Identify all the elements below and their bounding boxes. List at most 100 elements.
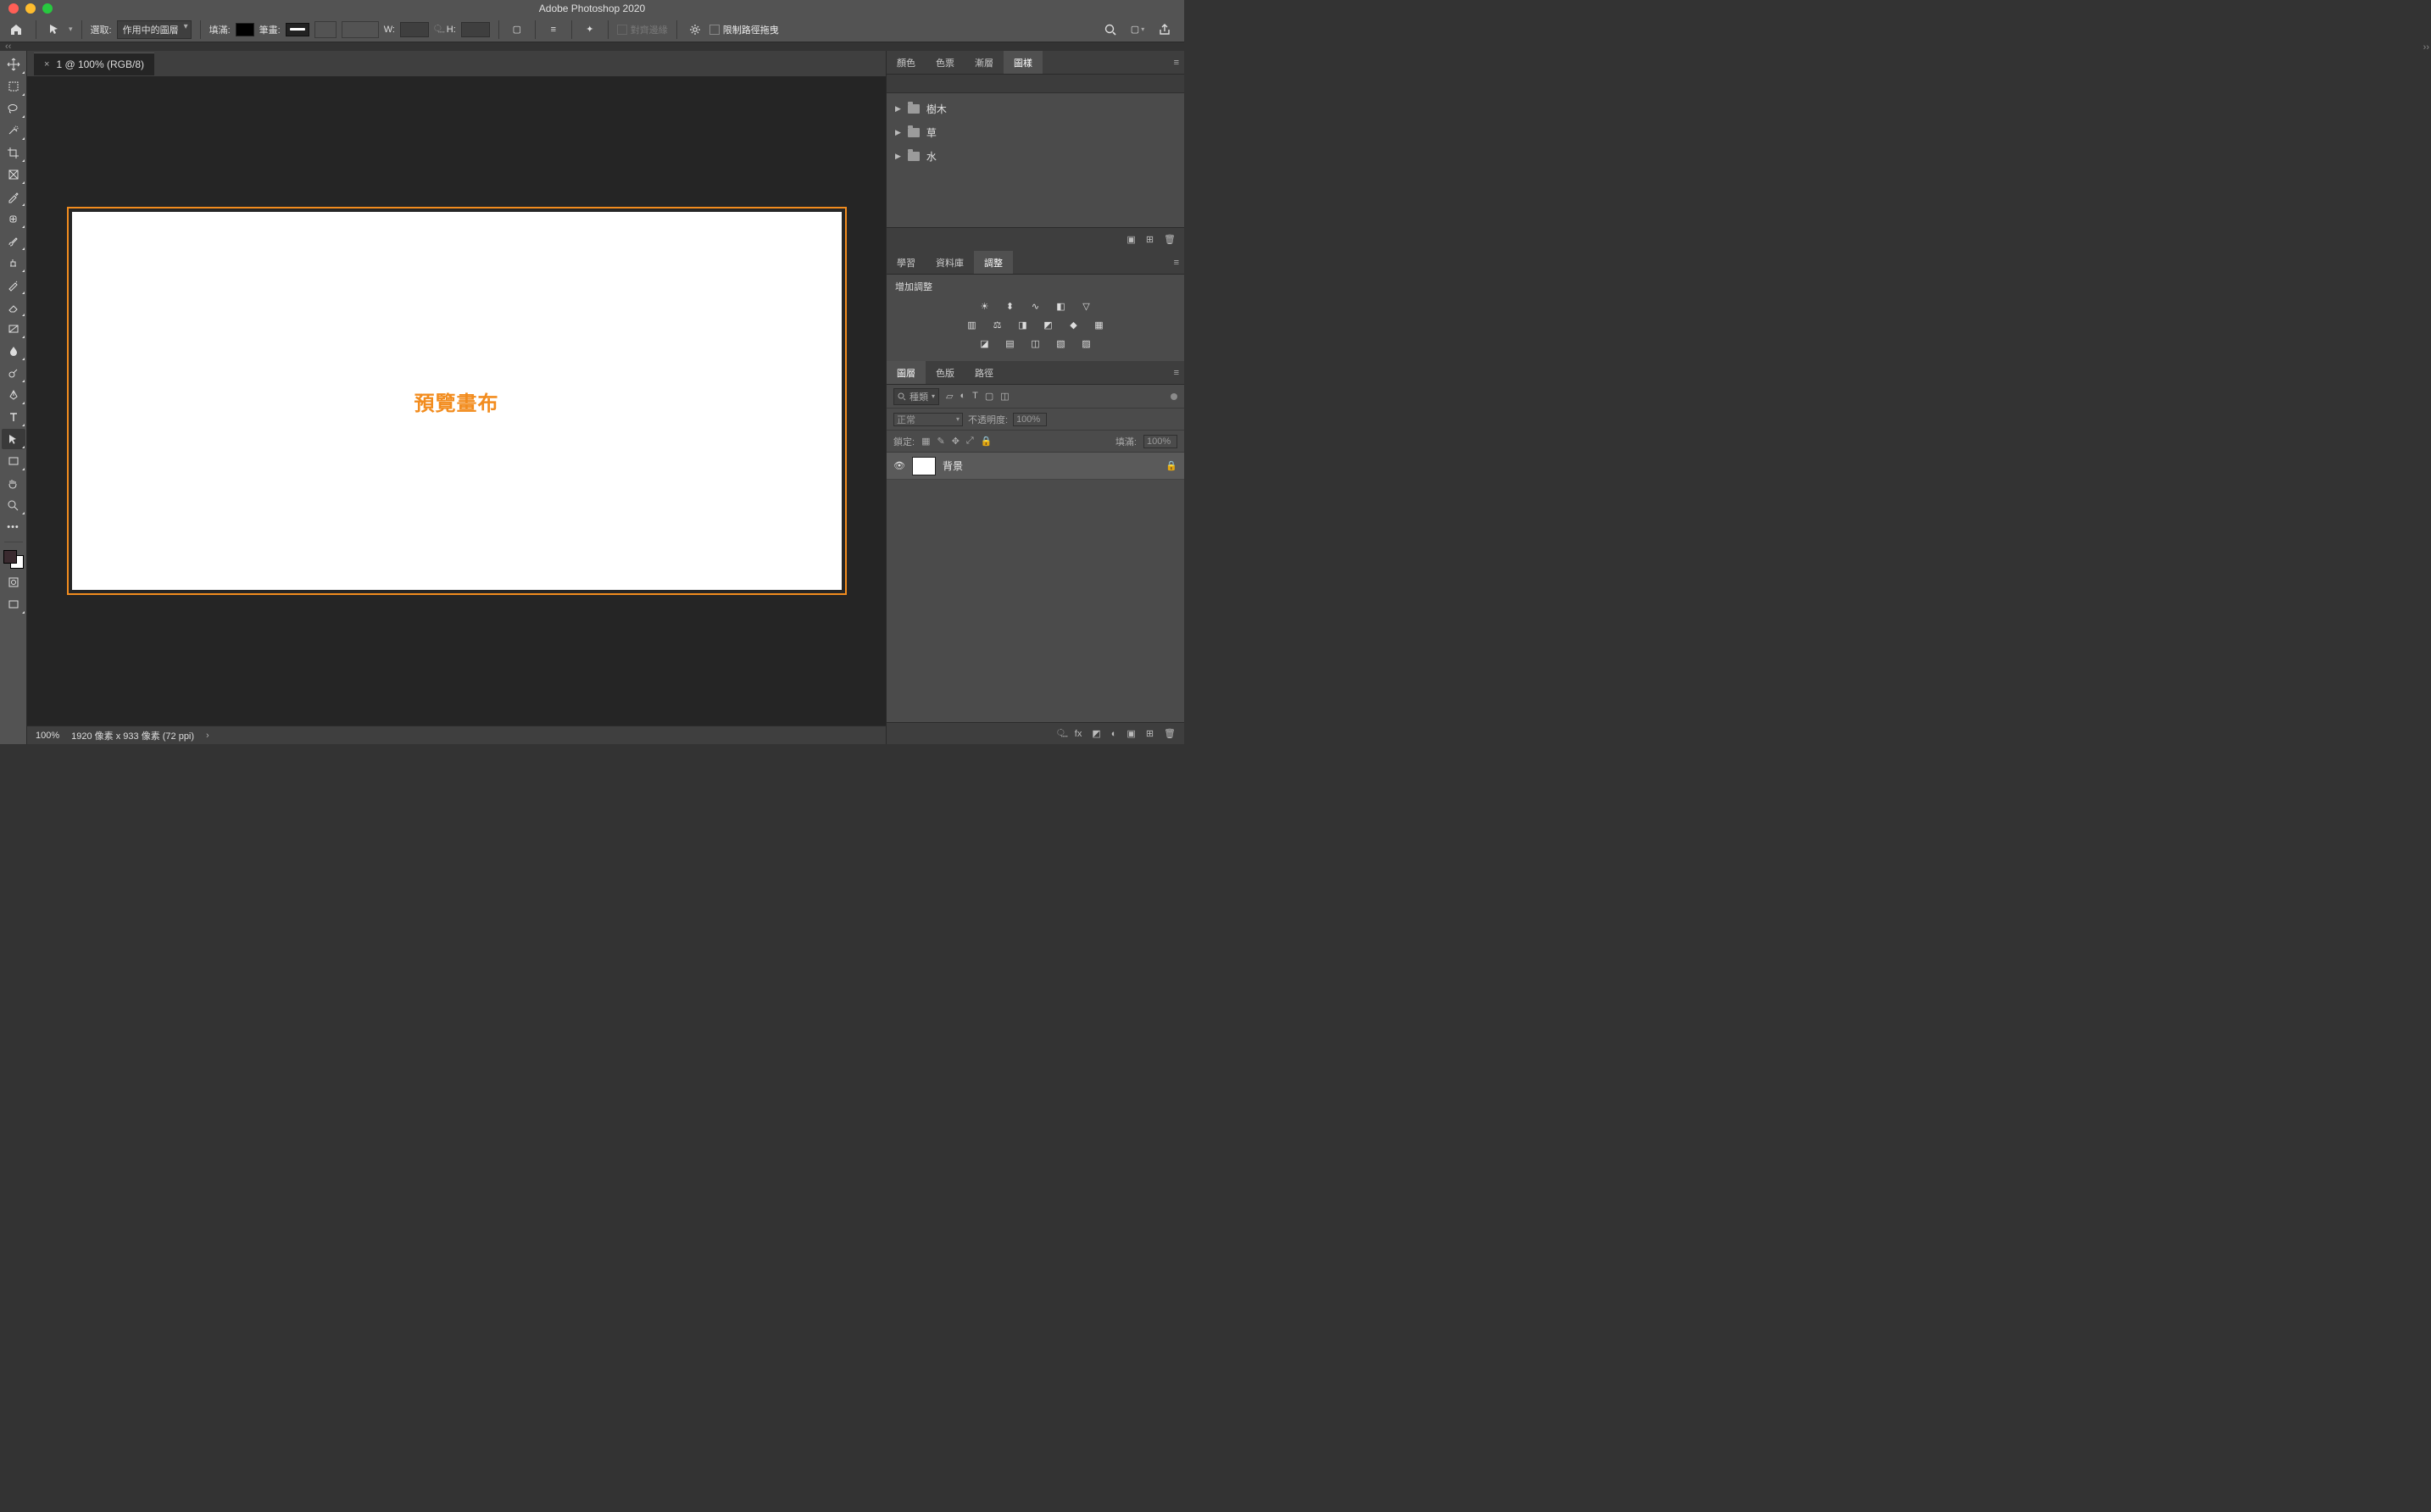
new-layer-icon[interactable]: ⊞ xyxy=(1146,728,1154,739)
fill-color-swatch[interactable] xyxy=(236,23,254,36)
eyedropper-tool[interactable] xyxy=(2,186,25,207)
lock-icon[interactable]: 🔒 xyxy=(1165,460,1177,471)
screen-mode-button[interactable] xyxy=(2,594,25,614)
height-field[interactable] xyxy=(461,22,490,37)
channel-mixer-icon[interactable]: ◆ xyxy=(1065,317,1082,332)
link-icon[interactable]: ⵿ xyxy=(434,24,442,35)
photo-filter-icon[interactable]: ◩ xyxy=(1040,317,1057,332)
filter-shape-icon[interactable]: ▢ xyxy=(985,391,993,402)
posterize-icon[interactable]: ▤ xyxy=(1002,336,1019,351)
curves-icon[interactable]: ∿ xyxy=(1027,298,1044,314)
delete-layer-icon[interactable]: 🗑 xyxy=(1164,728,1176,739)
quick-mask-button[interactable] xyxy=(2,572,25,592)
window-close-button[interactable] xyxy=(8,3,19,14)
zoom-tool[interactable] xyxy=(2,495,25,515)
arrange-icon[interactable]: ✦ xyxy=(581,20,599,39)
opacity-field[interactable]: 100% xyxy=(1013,413,1047,426)
tab-gradients[interactable]: 漸層 xyxy=(965,51,1004,74)
black-white-icon[interactable]: ◨ xyxy=(1015,317,1032,332)
tab-layers[interactable]: 圖層 xyxy=(887,361,926,384)
layer-mask-icon[interactable]: ◩ xyxy=(1092,728,1100,739)
layer-filter-dropdown[interactable]: 種類 ▾ xyxy=(893,388,939,405)
marquee-tool[interactable] xyxy=(2,76,25,97)
move-tool[interactable] xyxy=(2,54,25,75)
hand-tool[interactable] xyxy=(2,473,25,493)
selective-color-icon[interactable]: ▧ xyxy=(1053,336,1070,351)
layer-name[interactable]: 背景 xyxy=(943,459,963,473)
lock-position-icon[interactable]: ✥ xyxy=(952,436,960,447)
canvas[interactable]: 預覽畫布 xyxy=(72,212,842,590)
color-balance-icon[interactable]: ⚖ xyxy=(989,317,1006,332)
rectangle-tool[interactable] xyxy=(2,451,25,471)
tab-learn[interactable]: 學習 xyxy=(887,251,926,274)
brush-tool[interactable] xyxy=(2,231,25,251)
layer-effects-icon[interactable]: fx xyxy=(1075,729,1082,739)
panel-menu-icon[interactable]: ≡ xyxy=(1174,258,1179,268)
window-minimize-button[interactable] xyxy=(25,3,36,14)
canvas-viewport[interactable]: 預覽畫布 xyxy=(27,76,886,725)
search-icon[interactable] xyxy=(1101,20,1120,39)
filter-type-icon[interactable]: T xyxy=(972,391,978,402)
lock-paint-icon[interactable]: ✎ xyxy=(937,436,944,447)
gear-icon[interactable] xyxy=(686,20,704,39)
tab-color[interactable]: 顏色 xyxy=(887,51,926,74)
levels-icon[interactable]: ⬍ xyxy=(1002,298,1019,314)
tree-item[interactable]: ▶樹木 xyxy=(887,97,1184,120)
lasso-tool[interactable] xyxy=(2,98,25,119)
blend-mode-dropdown[interactable]: 正常▾ xyxy=(893,413,963,426)
type-tool[interactable] xyxy=(2,407,25,427)
stroke-options-dropdown[interactable] xyxy=(342,21,379,38)
tab-adjustments[interactable]: 調整 xyxy=(974,251,1013,274)
layer-thumbnail[interactable] xyxy=(912,457,936,475)
stroke-style-swatch[interactable] xyxy=(286,23,309,36)
lock-all-icon[interactable]: 🔒 xyxy=(981,436,993,447)
tab-swatches[interactable]: 色票 xyxy=(926,51,965,74)
crop-tool[interactable] xyxy=(2,142,25,163)
filter-toggle[interactable] xyxy=(1171,393,1177,400)
dodge-tool[interactable] xyxy=(2,363,25,383)
document-info[interactable]: 1920 像素 x 933 像素 (72 ppi) xyxy=(71,729,194,742)
frame-tool[interactable] xyxy=(2,164,25,185)
link-layers-icon[interactable]: ⵿ xyxy=(1057,728,1065,739)
fill-opacity-field[interactable]: 100% xyxy=(1143,435,1177,448)
filter-adjustment-icon[interactable]: ◐ xyxy=(960,391,965,402)
tree-item[interactable]: ▶水 xyxy=(887,144,1184,168)
stroke-width-field[interactable] xyxy=(314,21,337,38)
constrain-path-drag-checkbox[interactable]: 限制路徑拖曳 xyxy=(709,23,779,36)
vibrance-icon[interactable]: ▽ xyxy=(1078,298,1095,314)
window-maximize-button[interactable] xyxy=(42,3,53,14)
align-edges-checkbox[interactable]: 對齊邊緣 xyxy=(617,23,668,36)
threshold-icon[interactable]: ◫ xyxy=(1027,336,1044,351)
lock-nested-icon[interactable]: ⤢ xyxy=(966,436,974,447)
zoom-level[interactable]: 100% xyxy=(36,731,59,741)
healing-brush-tool[interactable] xyxy=(2,208,25,229)
home-button[interactable] xyxy=(5,19,27,40)
path-operations-icon[interactable]: ▢ xyxy=(508,20,526,39)
clone-stamp-tool[interactable] xyxy=(2,253,25,273)
document-tab[interactable]: × 1 @ 100% (RGB/8) xyxy=(34,53,154,75)
visibility-icon[interactable]: 👁 xyxy=(893,460,905,471)
eraser-tool[interactable] xyxy=(2,297,25,317)
invert-icon[interactable]: ◪ xyxy=(976,336,993,351)
filter-smart-icon[interactable]: ◫ xyxy=(1000,391,1009,402)
select-layer-dropdown[interactable]: 作用中的圖層 xyxy=(117,20,192,39)
workspace-icon[interactable]: ▢▾ xyxy=(1128,20,1147,39)
edit-toolbar-button[interactable]: ••• xyxy=(2,517,25,537)
status-more-icon[interactable]: › xyxy=(206,731,209,741)
history-brush-tool[interactable] xyxy=(2,275,25,295)
align-icon[interactable]: ≡ xyxy=(544,20,563,39)
layer-row[interactable]: 👁 背景 🔒 xyxy=(887,453,1184,480)
left-grip-icon[interactable]: ‹‹ xyxy=(0,42,1184,51)
panel-menu-icon[interactable]: ≡ xyxy=(1174,58,1179,68)
gradient-tool[interactable] xyxy=(2,319,25,339)
patterns-search-strip[interactable] xyxy=(887,75,1184,93)
tab-paths[interactable]: 路徑 xyxy=(965,361,1004,384)
quick-selection-tool[interactable] xyxy=(2,120,25,141)
tab-patterns[interactable]: 圖樣 xyxy=(1004,51,1043,74)
tree-item[interactable]: ▶草 xyxy=(887,120,1184,144)
color-lookup-icon[interactable]: ▦ xyxy=(1091,317,1108,332)
exposure-icon[interactable]: ◧ xyxy=(1053,298,1070,314)
color-swatches[interactable] xyxy=(2,548,25,570)
close-tab-icon[interactable]: × xyxy=(44,59,49,69)
tab-channels[interactable]: 色版 xyxy=(926,361,965,384)
